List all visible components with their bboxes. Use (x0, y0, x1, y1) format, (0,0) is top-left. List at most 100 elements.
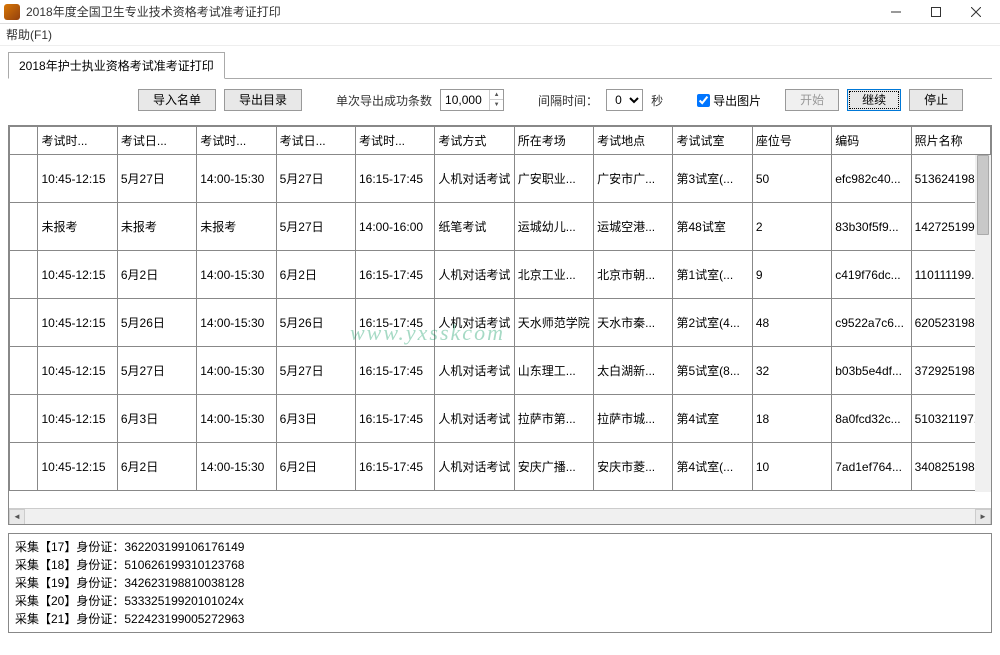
column-header[interactable]: 考试时... (355, 127, 434, 155)
table-cell: 未报考 (117, 203, 196, 251)
table-cell: 16:15-17:45 (355, 443, 434, 491)
scroll-right-icon[interactable]: ► (975, 509, 991, 525)
column-header[interactable]: 考试地点 (594, 127, 673, 155)
column-header[interactable]: 考试日... (276, 127, 355, 155)
table-cell: 人机对话考试 (435, 251, 514, 299)
table-cell: 6月3日 (117, 395, 196, 443)
table-cell: 14:00-15:30 (197, 155, 276, 203)
batch-label: 单次导出成功条数 (336, 92, 432, 109)
table-cell: 北京工业... (514, 251, 593, 299)
table-cell: 第4试室(... (673, 443, 752, 491)
export-button[interactable]: 导出目录 (224, 89, 302, 111)
column-header[interactable]: 考试时... (38, 127, 117, 155)
log-output: 采集【17】身份证：362203199106176149采集【18】身份证：51… (8, 533, 992, 633)
table-cell: 50 (752, 155, 831, 203)
column-header[interactable]: 考试日... (117, 127, 196, 155)
column-header[interactable] (10, 127, 38, 155)
table-cell: 14:00-16:00 (355, 203, 434, 251)
table-cell: 5月27日 (276, 203, 355, 251)
spinner-up-icon[interactable]: ▲ (490, 90, 503, 100)
table-cell: 48 (752, 299, 831, 347)
close-button[interactable] (956, 1, 996, 23)
table-cell: 第1试室(... (673, 251, 752, 299)
column-header[interactable]: 考试试室 (673, 127, 752, 155)
table-cell: 5月26日 (276, 299, 355, 347)
table-cell: 14:00-15:30 (197, 299, 276, 347)
app-icon (4, 4, 20, 20)
row-selector[interactable] (10, 299, 38, 347)
table-cell: 14:00-15:30 (197, 395, 276, 443)
table-cell: 10:45-12:15 (38, 155, 117, 203)
table-cell: 人机对话考试 (435, 299, 514, 347)
table-row[interactable]: 未报考未报考未报考5月27日14:00-16:00纸笔考试运城幼儿...运城空港… (10, 203, 991, 251)
table-row[interactable]: 10:45-12:156月3日14:00-15:306月3日16:15-17:4… (10, 395, 991, 443)
export-image-input[interactable] (697, 94, 710, 107)
table-cell: 6月2日 (276, 443, 355, 491)
table-row[interactable]: 10:45-12:155月26日14:00-15:305月26日16:15-17… (10, 299, 991, 347)
table-row[interactable]: 10:45-12:156月2日14:00-15:306月2日16:15-17:4… (10, 443, 991, 491)
batch-input[interactable] (441, 93, 489, 107)
column-header[interactable]: 考试时... (197, 127, 276, 155)
table-cell: efc982c40... (832, 155, 911, 203)
table-cell: 运城空港... (594, 203, 673, 251)
table-cell: 7ad1ef764... (832, 443, 911, 491)
table-cell: 16:15-17:45 (355, 155, 434, 203)
continue-button[interactable]: 继续 (847, 89, 901, 111)
row-selector[interactable] (10, 395, 38, 443)
table-cell: 18 (752, 395, 831, 443)
table-cell: 广安职业... (514, 155, 593, 203)
minimize-button[interactable] (876, 1, 916, 23)
table-cell: 6月2日 (117, 443, 196, 491)
table-row[interactable]: 10:45-12:156月2日14:00-15:306月2日16:15-17:4… (10, 251, 991, 299)
log-line: 采集【20】身份证：53332519920101024x (15, 592, 985, 610)
table-cell: 拉萨市城... (594, 395, 673, 443)
table-cell: c9522a7c6... (832, 299, 911, 347)
table-row[interactable]: 10:45-12:155月27日14:00-15:305月27日16:15-17… (10, 347, 991, 395)
column-header[interactable]: 座位号 (752, 127, 831, 155)
scroll-left-icon[interactable]: ◄ (9, 509, 25, 525)
table-cell: 10 (752, 443, 831, 491)
row-selector[interactable] (10, 347, 38, 395)
table-cell: 人机对话考试 (435, 443, 514, 491)
window-title: 2018年度全国卫生专业技术资格考试准考证打印 (26, 3, 876, 20)
table-cell: 第3试室(... (673, 155, 752, 203)
column-header[interactable]: 照片名称 (911, 127, 990, 155)
table-cell: 6月3日 (276, 395, 355, 443)
column-header[interactable]: 编码 (832, 127, 911, 155)
spinner-down-icon[interactable]: ▼ (490, 100, 503, 110)
table-cell: 拉萨市第... (514, 395, 593, 443)
interval-label: 间隔时间： (538, 92, 598, 109)
tab-main[interactable]: 2018年护士执业资格考试准考证打印 (8, 52, 225, 79)
table-cell: 5月27日 (117, 155, 196, 203)
table-row[interactable]: 10:45-12:155月27日14:00-15:305月27日16:15-17… (10, 155, 991, 203)
table-cell: 16:15-17:45 (355, 347, 434, 395)
table-cell: 第5试室(8... (673, 347, 752, 395)
horizontal-scrollbar[interactable]: ◄ ► (9, 508, 991, 524)
table-cell: 10:45-12:15 (38, 299, 117, 347)
table-cell: 10:45-12:15 (38, 443, 117, 491)
data-table: 考试时...考试日...考试时...考试日...考试时...考试方式所在考场考试… (8, 125, 992, 525)
maximize-button[interactable] (916, 1, 956, 23)
batch-spinner[interactable]: ▲ ▼ (440, 89, 504, 111)
table-cell: 第48试室 (673, 203, 752, 251)
import-button[interactable]: 导入名单 (138, 89, 216, 111)
table-cell: 10:45-12:15 (38, 395, 117, 443)
table-cell: 运城幼儿... (514, 203, 593, 251)
table-cell: 第2试室(4... (673, 299, 752, 347)
row-selector[interactable] (10, 155, 38, 203)
start-button[interactable]: 开始 (785, 89, 839, 111)
vertical-scrollbar[interactable] (975, 155, 991, 492)
log-line: 采集【17】身份证：362203199106176149 (15, 538, 985, 556)
stop-button[interactable]: 停止 (909, 89, 963, 111)
export-image-checkbox[interactable]: 导出图片 (697, 92, 761, 109)
interval-select[interactable]: 0 (606, 89, 643, 111)
column-header[interactable]: 考试方式 (435, 127, 514, 155)
table-cell: 16:15-17:45 (355, 251, 434, 299)
scroll-thumb[interactable] (977, 155, 989, 235)
titlebar: 2018年度全国卫生专业技术资格考试准考证打印 (0, 0, 1000, 24)
row-selector[interactable] (10, 443, 38, 491)
row-selector[interactable] (10, 203, 38, 251)
column-header[interactable]: 所在考场 (514, 127, 593, 155)
row-selector[interactable] (10, 251, 38, 299)
menu-help[interactable]: 帮助(F1) (6, 28, 52, 42)
